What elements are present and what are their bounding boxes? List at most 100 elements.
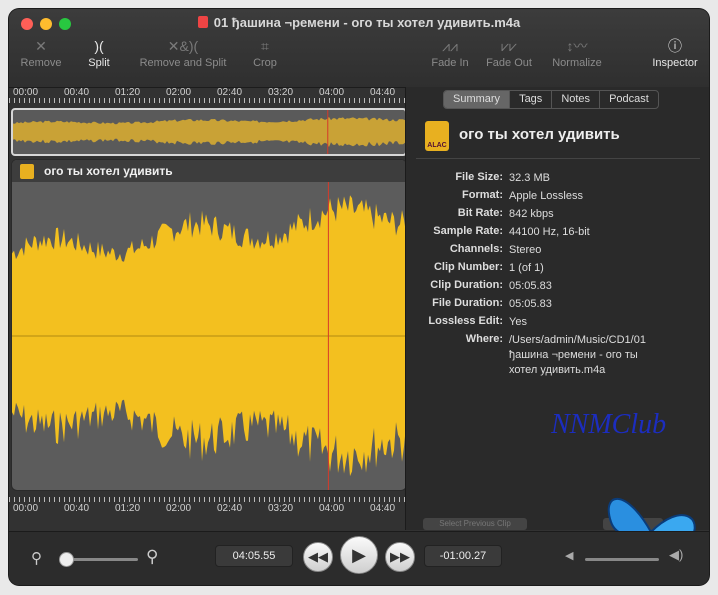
elapsed-time: 04:05.55 — [215, 545, 293, 567]
ruler-time-label: 04:40 — [370, 503, 396, 514]
window-title: 01 ђашина ¬ремени - ого ты хотел удивить… — [9, 15, 709, 30]
top-time-ruler: 00:00 00:40 01:20 02:00 02:40 03:20 04:00 04:40 — [9, 87, 405, 103]
remove-button[interactable]: ✕ Remove — [17, 35, 65, 69]
ruler-time-label: 00:40 — [64, 87, 90, 98]
split-icon: )( — [94, 38, 104, 54]
ruler-time-label: 00:40 — [64, 503, 90, 514]
zoom-out-icon[interactable]: ⚲ — [31, 549, 42, 567]
overview-waveform[interactable] — [11, 108, 407, 156]
watermark-text: NNMClub — [551, 409, 667, 440]
fade-in-button[interactable]: ⩘⩘ Fade In — [423, 35, 477, 69]
tab-tags[interactable]: Tags — [510, 91, 553, 108]
zoom-in-icon[interactable]: ⚲ — [146, 547, 158, 567]
alac-file-icon — [20, 164, 34, 179]
normalize-button[interactable]: ↕〰 Normalize — [547, 35, 607, 69]
volume-low-icon: ◀ — [565, 550, 574, 562]
play-button[interactable]: ▶ — [340, 536, 378, 574]
alac-icon: ALAC — [425, 121, 449, 151]
tab-podcast[interactable]: Podcast — [600, 91, 658, 108]
alac-label: ALAC — [427, 142, 447, 149]
zoom-slider-knob[interactable] — [59, 552, 74, 567]
info-value: 05:05.83 — [509, 298, 552, 310]
tab-notes[interactable]: Notes — [552, 91, 601, 108]
ruler-time-label: 02:00 — [166, 87, 192, 98]
divider — [416, 158, 700, 159]
info-key: Format: — [462, 189, 503, 201]
info-value: 44100 Hz, 16-bit — [509, 226, 590, 238]
info-value: 1 (of 1) — [509, 262, 544, 274]
info-key: Lossless Edit: — [428, 315, 503, 327]
info-key: File Duration: — [432, 297, 503, 309]
ruler-time-label: 01:20 — [115, 87, 141, 98]
split-label: Split — [88, 57, 110, 69]
inspector-panel: Summary Tags Notes Podcast ALAC ого ты х… — [405, 87, 709, 577]
ruler-time-label: 04:00 — [319, 503, 345, 514]
info-value: Stereo — [509, 244, 542, 256]
ruler-time-label: 00:00 — [13, 87, 39, 98]
crop-label: Crop — [253, 57, 277, 69]
ruler-time-label: 03:20 — [268, 87, 294, 98]
clip-header: ого ты хотел удивить — [12, 160, 406, 182]
volume-high-icon: ◀) — [669, 547, 684, 562]
rewind-button[interactable]: ◀◀ — [303, 542, 333, 572]
document-icon — [197, 16, 208, 28]
inspector-tabs: Summary Tags Notes Podcast — [443, 90, 659, 109]
info-icon: ⓘ — [668, 38, 682, 54]
clip-title: ого ты хотел удивить — [44, 164, 173, 178]
app-window: 01 ђашина ¬ремени - ого ты хотел удивить… — [9, 9, 709, 585]
ruler-time-label: 03:20 — [268, 503, 294, 514]
overview-waveform-svg — [13, 110, 405, 154]
normalize-icon: ↕〰 — [566, 38, 588, 54]
overview-waveform-shape — [13, 117, 405, 147]
normalize-label: Normalize — [552, 57, 602, 69]
inspector-button[interactable]: ⓘ Inspector — [645, 35, 705, 69]
ruler-time-label: 04:00 — [319, 87, 345, 98]
info-key: Clip Number: — [433, 261, 503, 273]
info-key: Clip Duration: — [430, 279, 503, 291]
remove-and-split-label: Remove and Split — [139, 57, 227, 69]
fast-forward-button[interactable]: ▶▶ — [385, 542, 415, 572]
split-button[interactable]: )( Split — [79, 35, 119, 69]
ruler-time-label: 02:00 — [166, 503, 192, 514]
fade-in-label: Fade In — [431, 57, 469, 69]
zoom-slider[interactable] — [64, 558, 138, 561]
info-value: Yes — [509, 316, 527, 328]
remaining-time: -01:00.27 — [424, 545, 502, 567]
bottom-time-ruler: 00:00 00:40 01:20 02:00 02:40 03:20 04:00 04:40 — [9, 497, 405, 514]
ruler-ticks-bottom — [9, 497, 405, 502]
transport-bar: ⚲ ⚲ 04:05.55 ◀◀ ▶ ▶▶ -01:00.27 ◀ ◀) — [9, 531, 709, 585]
ruler-time-label: 00:00 — [13, 503, 39, 514]
info-value: 32.3 MB — [509, 172, 550, 184]
volume-slider[interactable] — [585, 558, 659, 561]
info-value: Apple Lossless — [509, 190, 583, 202]
ruler-time-label: 04:40 — [370, 87, 396, 98]
info-value: 05:05.83 — [509, 280, 552, 292]
ruler-ticks — [9, 98, 405, 103]
remove-and-split-button[interactable]: ✕&)( Remove and Split — [133, 35, 233, 69]
inspector-title: ого ты хотел удивить — [459, 126, 620, 143]
fade-out-label: Fade Out — [486, 57, 532, 69]
info-value: 842 kbps — [509, 208, 554, 220]
fade-out-button[interactable]: ⩗⩗ Fade Out — [481, 35, 537, 69]
ruler-time-label: 01:20 — [115, 503, 141, 514]
remove-split-icon: ✕&)( — [167, 38, 199, 54]
crop-button[interactable]: ⌗ Crop — [245, 35, 285, 69]
select-previous-clip-button[interactable]: Select Previous Clip — [423, 518, 527, 530]
scissors-icon: ✕ — [35, 38, 47, 54]
window-title-text: 01 ђашина ¬ремени - ого ты хотел удивить… — [213, 15, 521, 30]
inspector-label: Inspector — [652, 57, 698, 69]
remove-label: Remove — [20, 57, 62, 69]
ruler-time-label: 02:40 — [217, 503, 243, 514]
ruler-time-label: 02:40 — [217, 87, 243, 98]
info-key: Bit Rate: — [457, 207, 503, 219]
tab-summary[interactable]: Summary — [444, 91, 511, 108]
info-key: File Size: — [455, 171, 503, 183]
titlebar: 01 ђашина ¬ремени - ого ты хотел удивить… — [9, 9, 709, 88]
info-key: Channels: — [449, 243, 503, 255]
main-waveform[interactable] — [12, 182, 406, 490]
info-value: /Users/admin/Music/CD1/01 ђашина ¬ремени… — [509, 334, 646, 376]
fade-out-icon: ⩗⩗ — [501, 38, 517, 54]
fade-in-icon: ⩘⩘ — [442, 38, 458, 54]
info-key: Sample Rate: — [433, 225, 503, 237]
clip-view[interactable]: ого ты хотел удивить — [11, 159, 407, 491]
